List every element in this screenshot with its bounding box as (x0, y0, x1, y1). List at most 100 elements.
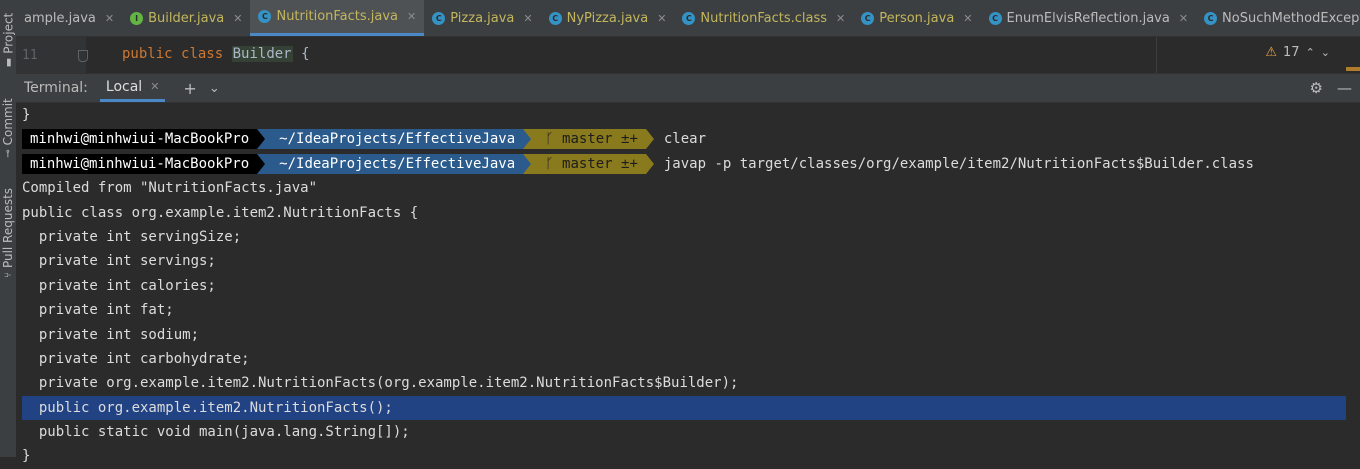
tab-label: NyPizza.java (566, 10, 649, 26)
terminal-output-line: private int sodium; (22, 326, 200, 343)
left-tool-strip: ▬ Project ⊸ Commit ⑂ Pull Requests (0, 0, 17, 457)
prompt-separator (645, 153, 654, 174)
fold-icon[interactable] (78, 50, 88, 62)
chevron-down-icon[interactable]: ⌄ (1321, 46, 1330, 59)
scrollbar-marker[interactable] (1346, 67, 1360, 71)
terminal-output-line: private org.example.item2.NutritionFacts… (22, 375, 739, 392)
class-icon: C (861, 11, 875, 25)
prompt-git-branch: ᚴ master ±+ (531, 129, 646, 150)
tab-terminal-local[interactable]: Local ✕ (99, 74, 166, 102)
line-gutter: 11 (16, 37, 86, 73)
code-keyword: class (181, 46, 224, 62)
pull-request-icon: ⑂ (2, 272, 14, 279)
folder-icon: ▬ (2, 57, 14, 68)
prompt-git-label: master ±+ (562, 131, 638, 148)
terminal-prompt-line: minhwi@minhwiui-MacBookPro ~/IdeaProjects… (22, 127, 1360, 151)
tab-builder-java[interactable]: I Builder.java ✕ (122, 0, 250, 36)
terminal-output-line: private int servings; (22, 253, 216, 270)
tab-pizza-java[interactable]: C Pizza.java ✕ (424, 0, 540, 36)
prompt-separator (257, 153, 266, 174)
class-icon: C (988, 11, 1002, 25)
terminal-output-line: } (22, 107, 31, 123)
shell-prompt: minhwi@minhwiui-MacBookPro ~/IdeaProjects… (22, 153, 654, 174)
terminal-output-line: private int servingSize; (22, 228, 242, 245)
close-icon[interactable]: ✕ (836, 12, 845, 25)
close-icon[interactable]: ✕ (150, 80, 159, 93)
close-icon[interactable]: ✕ (523, 12, 532, 25)
terminal-output-line: Compiled from "NutritionFacts.java" (22, 180, 318, 197)
terminal-title: Terminal: (24, 80, 88, 96)
terminal-header: Terminal: Local ✕ + ⌄ ⚙ — (16, 74, 1360, 103)
shell-prompt: minhwi@minhwiui-MacBookPro ~/IdeaProjects… (22, 129, 654, 150)
tab-label: Person.java (879, 10, 955, 26)
close-icon[interactable]: ✕ (963, 12, 972, 25)
tab-enumelvisreflection-java[interactable]: C EnumElvisReflection.java ✕ (981, 0, 1197, 36)
editor-tab-bar: ample.java ✕ I Builder.java ✕ C Nutritio… (16, 0, 1360, 37)
sidebar-item-commit[interactable]: ⊸ Commit (0, 92, 16, 164)
prompt-user: minhwi@minhwiui-MacBookPro (22, 129, 258, 150)
tab-label: NutritionFacts.class (700, 10, 828, 26)
branch-icon: ᚴ (545, 131, 563, 148)
class-icon: C (1204, 11, 1218, 25)
terminal-command: clear (663, 131, 707, 148)
tab-nosuchmethodexception[interactable]: C NoSuchMethodExcepti (1196, 0, 1360, 36)
prompt-git-label: master ±+ (562, 155, 638, 172)
close-icon[interactable]: ✕ (105, 12, 114, 25)
tab-person-java[interactable]: C Person.java ✕ (853, 0, 980, 36)
code-line: public class Builder { (122, 46, 310, 62)
sidebar-item-label: Commit (1, 98, 15, 146)
class-icon: C (682, 11, 696, 25)
code-keyword: public (122, 46, 173, 62)
prompt-separator (523, 129, 532, 150)
terminal-output-line: public static void main(java.lang.String… (22, 424, 410, 441)
tab-label: EnumElvisReflection.java (1006, 10, 1170, 26)
add-icon[interactable]: + (183, 79, 196, 98)
prompt-separator (257, 129, 266, 150)
close-icon[interactable]: ✕ (233, 12, 242, 25)
code-editor[interactable]: 11 public class Builder { ⚠ 17 ⌃ ⌄ (16, 37, 1360, 74)
terminal-output-line: public org.example.item2.NutritionFacts(… (22, 395, 1346, 421)
sidebar-item-label: Project (1, 12, 16, 54)
tab-nypizza-java[interactable]: C NyPizza.java ✕ (541, 0, 675, 36)
class-icon: C (548, 11, 562, 25)
abstract-class-icon: C (432, 11, 446, 25)
tab-label: NoSuchMethodExcepti (1222, 10, 1360, 26)
close-icon[interactable]: ✕ (1179, 12, 1188, 25)
minimize-icon[interactable]: — (1337, 79, 1352, 97)
close-icon[interactable]: ✕ (657, 12, 666, 25)
right-margin-guide (1156, 37, 1157, 73)
tab-nutritionfacts-class[interactable]: C NutritionFacts.class ✕ (674, 0, 853, 36)
prompt-path: ~/IdeaProjects/EffectiveJava (265, 153, 524, 174)
tab-label: ample.java (24, 10, 96, 26)
tab-label: NutritionFacts.java (276, 9, 399, 24)
code-brace: { (301, 46, 310, 62)
line-number: 11 (22, 47, 38, 63)
tab-label: Pizza.java (450, 10, 515, 26)
terminal-prompt-line: minhwi@minhwiui-MacBookPro ~/IdeaProjects… (22, 152, 1360, 176)
gear-icon[interactable]: ⚙ (1310, 79, 1323, 97)
terminal-output-line: private int calories; (22, 277, 216, 294)
tab-nutritionfacts-java[interactable]: C NutritionFacts.java ✕ (250, 0, 425, 36)
inspection-widget[interactable]: ⚠ 17 ⌃ ⌄ (1265, 45, 1330, 60)
tab-label: Builder.java (148, 10, 225, 26)
terminal-command: javap -p target/classes/org/example/item… (663, 155, 1254, 172)
prompt-path: ~/IdeaProjects/EffectiveJava (265, 129, 524, 150)
sidebar-item-pull-requests[interactable]: ⑂ Pull Requests (0, 180, 16, 286)
prompt-separator (645, 129, 654, 150)
prompt-separator (523, 153, 532, 174)
tab-example-java[interactable]: ample.java ✕ (16, 0, 122, 36)
terminal-output[interactable]: } minhwi@minhwiui-MacBookPro ~/IdeaProject… (16, 103, 1360, 464)
chevron-down-icon[interactable]: ⌄ (209, 81, 220, 96)
sidebar-item-project[interactable]: ▬ Project (0, 4, 16, 76)
terminal-tab-label: Local (105, 78, 143, 95)
terminal-output-line: private int carbohydrate; (22, 350, 250, 367)
chevron-up-icon[interactable]: ⌃ (1306, 46, 1315, 59)
commit-icon: ⊸ (2, 149, 14, 158)
close-icon[interactable]: ✕ (407, 10, 416, 23)
sidebar-item-label: Pull Requests (1, 187, 16, 269)
terminal-output-line: private int fat; (22, 302, 174, 319)
branch-icon: ᚴ (545, 155, 563, 172)
prompt-git-branch: ᚴ master ±+ (531, 153, 646, 174)
code-classname: Builder (231, 46, 293, 62)
warning-icon: ⚠ (1265, 45, 1278, 60)
